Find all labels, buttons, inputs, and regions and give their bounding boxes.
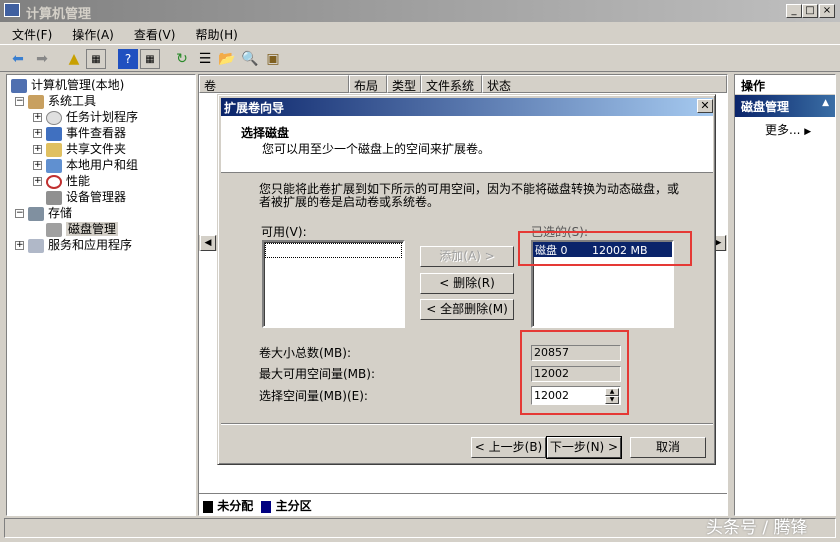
- expand-icon[interactable]: +: [33, 113, 42, 122]
- device-manager-icon: [46, 190, 62, 205]
- window-title: 计算机管理: [26, 7, 92, 22]
- disk-icon: [46, 222, 62, 237]
- event-viewer-icon: [46, 126, 62, 141]
- expand-icon[interactable]: +: [15, 241, 24, 250]
- collapse-icon[interactable]: −: [15, 97, 24, 106]
- properties-icon[interactable]: ☰: [195, 49, 215, 69]
- dialog-divider: [221, 423, 713, 425]
- watermark: 头条号 / 腾锋: [706, 518, 808, 538]
- title-bar: 计算机管理: [0, 0, 840, 22]
- back-icon[interactable]: ⬅: [8, 49, 28, 69]
- performance-icon: [46, 174, 62, 189]
- clock-icon: [46, 110, 62, 125]
- collapse-icon[interactable]: −: [15, 209, 24, 218]
- up-folder-icon[interactable]: ▲: [64, 49, 84, 69]
- highlight-box-sizes: [520, 330, 629, 415]
- column-volume[interactable]: 卷: [199, 75, 349, 93]
- actions-section-disk-management[interactable]: 磁盘管理 ▲: [735, 95, 835, 117]
- scroll-left-icon[interactable]: ◀: [200, 235, 216, 251]
- help-icon[interactable]: ?: [118, 49, 138, 69]
- tree-item-storage[interactable]: − 存储: [11, 205, 195, 221]
- remove-button[interactable]: < 删除(R): [420, 273, 514, 294]
- select-space-label: 选择空间量(MB)(E):: [259, 389, 368, 403]
- remove-all-button[interactable]: < 全部删除(M): [420, 299, 514, 320]
- dialog-close-button[interactable]: ✕: [697, 99, 713, 113]
- available-label: 可用(V):: [261, 225, 307, 239]
- tree-item-event-viewer[interactable]: + 事件查看器: [11, 125, 195, 141]
- settings-icon[interactable]: ▣: [263, 49, 283, 69]
- tree-item-device-manager[interactable]: 设备管理器: [11, 189, 195, 205]
- close-button[interactable]: ×: [819, 4, 835, 18]
- tools-icon: [28, 94, 44, 109]
- tree-item-system-tools[interactable]: − 系统工具: [11, 93, 195, 109]
- dialog-subheading: 您可以用至少一个磁盘上的空间来扩展卷。: [262, 142, 491, 156]
- tree-item-performance[interactable]: + 性能: [11, 173, 195, 189]
- primary-swatch: [261, 500, 272, 513]
- menu-bar: 文件(F) 操作(A) 查看(V) 帮助(H): [0, 22, 840, 44]
- expand-icon[interactable]: +: [33, 145, 42, 154]
- available-list[interactable]: [262, 240, 405, 328]
- legend: 未分配 主分区: [199, 493, 727, 515]
- maximize-button[interactable]: □: [802, 4, 818, 18]
- services-icon: [28, 238, 44, 253]
- actions-header: 操作: [735, 75, 835, 95]
- dialog-title-bar: 扩展卷向导: [221, 98, 713, 116]
- available-list-focus: [265, 243, 402, 258]
- column-status[interactable]: 状态: [482, 75, 727, 93]
- actions-pane: 操作 磁盘管理 ▲ 更多... ▶: [734, 74, 836, 516]
- shared-folder-icon: [46, 142, 62, 157]
- expand-icon[interactable]: +: [33, 177, 42, 186]
- max-space-label: 最大可用空间量(MB):: [259, 367, 375, 381]
- navigation-tree: 计算机管理(本地) − 系统工具 + 任务计划程序 + 事件查看器 + 共享文件夹 + 本…: [6, 74, 196, 516]
- back-button[interactable]: < 上一步(B): [471, 437, 546, 458]
- total-size-label: 卷大小总数(MB):: [259, 346, 351, 360]
- app-icon: [4, 3, 20, 17]
- column-type[interactable]: 类型: [387, 75, 421, 93]
- tree-item-shared-folders[interactable]: + 共享文件夹: [11, 141, 195, 157]
- refresh-icon[interactable]: ↻: [172, 49, 192, 69]
- menu-help[interactable]: 帮助(H): [183, 22, 245, 43]
- computer-icon: [11, 78, 27, 93]
- column-layout[interactable]: 布局: [349, 75, 387, 93]
- tree-item-disk-management[interactable]: 磁盘管理: [11, 221, 195, 237]
- menu-view[interactable]: 查看(V): [122, 22, 184, 43]
- tree-item-services-apps[interactable]: + 服务和应用程序: [11, 237, 195, 253]
- minimize-button[interactable]: _: [786, 4, 802, 18]
- menu-action[interactable]: 操作(A): [60, 22, 122, 43]
- actions-more[interactable]: 更多... ▶: [735, 117, 835, 138]
- add-button[interactable]: 添加(A) >: [420, 246, 514, 267]
- collapse-arrow-icon[interactable]: ▲: [822, 98, 829, 108]
- next-button[interactable]: 下一步(N) >: [546, 436, 622, 459]
- expand-icon[interactable]: +: [33, 161, 42, 170]
- show-action-pane-icon[interactable]: ▦: [140, 49, 160, 69]
- storage-icon: [28, 206, 44, 221]
- menu-file[interactable]: 文件(F): [0, 22, 60, 43]
- expand-icon[interactable]: +: [33, 129, 42, 138]
- users-icon: [46, 158, 62, 173]
- dialog-heading: 选择磁盘: [241, 126, 290, 140]
- dialog-header: 选择磁盘 您可以用至少一个磁盘上的空间来扩展卷。: [221, 116, 713, 173]
- tree-item-local-users[interactable]: + 本地用户和组: [11, 157, 195, 173]
- tree-root[interactable]: 计算机管理(本地): [11, 77, 195, 93]
- search-icon[interactable]: 🔍: [240, 49, 260, 69]
- highlight-box-selected: [518, 231, 692, 266]
- cancel-button[interactable]: 取消: [630, 437, 706, 458]
- submenu-arrow-icon: ▶: [804, 127, 812, 137]
- column-filesystem[interactable]: 文件系统: [421, 75, 482, 93]
- unallocated-swatch: [203, 500, 213, 513]
- tree-item-task-scheduler[interactable]: + 任务计划程序: [11, 109, 195, 125]
- dialog-description: 您只能将此卷扩展到如下所示的可用空间，因为不能将磁盘转换为动态磁盘，或者被扩展的…: [259, 182, 680, 209]
- extend-volume-wizard: 扩展卷向导 ✕ 选择磁盘 您可以用至少一个磁盘上的空间来扩展卷。 您只能将此卷扩…: [217, 94, 716, 465]
- toolbar: ⬅ ➡ ▲ ▦ ? ▦ ↻ ☰ 📂 🔍 ▣: [0, 44, 840, 72]
- open-folder-icon[interactable]: 📂: [217, 49, 237, 69]
- forward-icon[interactable]: ➡: [32, 49, 52, 69]
- show-tree-icon[interactable]: ▦: [86, 49, 106, 69]
